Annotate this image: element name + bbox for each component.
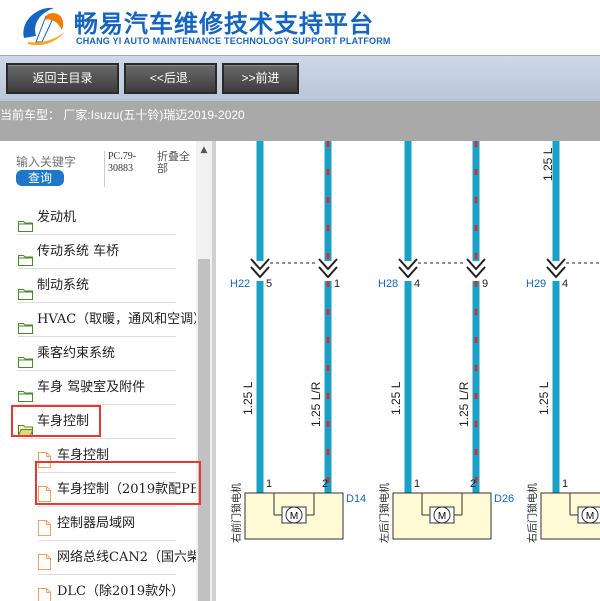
scroll-up-icon[interactable]: ▲ — [196, 145, 212, 159]
motor-name-label: 左后门锁电机 — [378, 483, 391, 543]
wire-label: 1.25 L — [389, 381, 403, 415]
wiring-diagram-svg: H22 5 1 1.25 L 1.25 L/R M 1 2 D14 右前门锁电机 H28 4 9 1.25… — [230, 141, 600, 543]
tree-item-folder[interactable]: 发动机 — [18, 201, 196, 235]
current-model-text: 当前车型： 厂家:Isuzu(五十铃)瑞迈2019-2020 — [0, 108, 245, 122]
pin-label: 1 — [266, 478, 272, 490]
folder-icon — [18, 382, 33, 402]
wiring-diagram: H22 5 1 1.25 L 1.25 L/R M 1 2 D14 右前门锁电机 H28 4 9 1.25… — [216, 141, 600, 601]
pin-label: 2 — [470, 478, 476, 490]
tree-item-label: 控制器局域网 — [57, 516, 136, 531]
device-label: D26 — [494, 493, 514, 505]
highlight-box — [11, 405, 101, 437]
tree-item-document[interactable]: DLC（除2019款外） — [38, 575, 196, 601]
folder-icon — [18, 246, 33, 266]
collapse-all-link[interactable]: 折叠全部 — [157, 151, 197, 175]
motor-name-label: 右前门锁电机 — [230, 483, 243, 543]
tree-item-folder[interactable]: HVAC（取暖，通风和空调） — [18, 303, 206, 337]
search-button[interactable]: 查询 — [16, 170, 64, 186]
tree-item-document[interactable]: 网络总线CAN2（国六柴油） — [38, 541, 214, 575]
search-hint: PC.79-30883 — [108, 151, 137, 174]
document-icon — [38, 550, 51, 570]
motor-name-label: 右后门锁电机 — [526, 483, 539, 543]
tree-item-folder[interactable]: 乘客约束系统 — [18, 337, 196, 371]
highlight-box — [35, 461, 201, 505]
connector-label: H29 — [526, 278, 546, 290]
toolbar: 返回主目录 <<后退. >>前进 — [0, 55, 600, 101]
document-icon — [38, 584, 51, 601]
home-button[interactable]: 返回主目录 — [6, 63, 119, 94]
logo-swirl-icon — [23, 7, 64, 46]
pin-label: 1 — [414, 478, 420, 490]
page: 畅易汽车维修技术支持平台 CHANG YI AUTO MAINTENANCE T… — [0, 0, 600, 601]
header: 畅易汽车维修技术支持平台 CHANG YI AUTO MAINTENANCE T… — [0, 0, 600, 54]
site-subtitle: CHANG YI AUTO MAINTENANCE TECHNOLOGY SUP… — [76, 36, 391, 46]
wire-label: 1.25 L — [541, 147, 555, 181]
pin-label: 4 — [562, 278, 568, 290]
pin-label: 4 — [414, 278, 420, 290]
tree-item-folder[interactable]: 传动系统 车桥 — [18, 235, 196, 269]
motor-symbol: M — [290, 511, 298, 522]
pin-label: 1 — [334, 278, 340, 290]
forward-button[interactable]: >>前进 — [222, 63, 299, 94]
pin-label: 9 — [482, 278, 488, 290]
folder-icon — [18, 348, 33, 368]
wire-label: 1.25 L/R — [457, 381, 471, 427]
connector-label: H28 — [378, 278, 398, 290]
tree-item-folder[interactable]: 车身 驾驶室及附件 — [18, 371, 196, 405]
tree-item-label: 发动机 — [37, 210, 77, 225]
divider — [104, 151, 105, 187]
pin-label: 5 — [266, 278, 272, 290]
back-button[interactable]: <<后退. — [124, 63, 217, 94]
sidebar: 查询 PC.79-30883 折叠全部 发动机传动系统 车桥制动系统 HVAC（取… — [0, 141, 214, 601]
motor-symbol: M — [438, 511, 446, 522]
tree-item-label: HVAC（取暖，通风和空调） — [37, 312, 207, 327]
tree-item-label: 网络总线CAN2（国六柴油） — [57, 550, 214, 565]
sidebar-scrollbar[interactable]: ▲ — [196, 141, 212, 601]
site-title: 畅易汽车维修技术支持平台 — [74, 10, 374, 38]
wire-label: 1.25 L — [537, 381, 551, 415]
tree-item-label: 车身 驾驶室及附件 — [37, 380, 146, 395]
pin-label: 2 — [322, 478, 328, 490]
current-model-bar: 当前车型： 厂家:Isuzu(五十铃)瑞迈2019-2020 — [0, 101, 600, 141]
folder-icon — [18, 280, 33, 300]
connector-label: H22 — [230, 278, 250, 290]
tree-item-label: DLC（除2019款外） — [57, 584, 185, 599]
document-icon — [38, 516, 51, 536]
pin-label: 1 — [562, 478, 568, 490]
folder-icon — [18, 314, 33, 334]
wire-label: 1.25 L — [241, 381, 255, 415]
tree-item-label: 制动系统 — [37, 278, 90, 293]
scroll-thumb[interactable] — [198, 259, 210, 601]
wire-label: 1.25 L/R — [309, 381, 323, 427]
tree-item-document[interactable]: 控制器局域网 — [38, 507, 196, 541]
folder-icon — [18, 212, 33, 232]
device-label: D14 — [346, 493, 366, 505]
motor-symbol: M — [586, 511, 594, 522]
tree-item-label: 传动系统 车桥 — [37, 244, 120, 259]
tree-item-label: 乘客约束系统 — [37, 346, 116, 361]
tree-item-folder[interactable]: 制动系统 — [18, 269, 196, 303]
